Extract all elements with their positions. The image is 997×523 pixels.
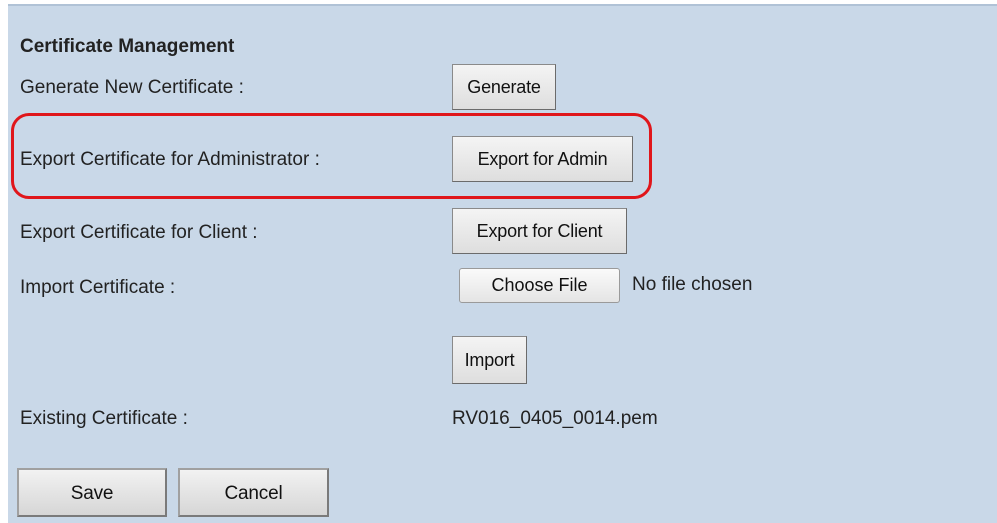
generate-button[interactable]: Generate bbox=[452, 64, 556, 110]
choose-file-button[interactable]: Choose File bbox=[459, 268, 620, 303]
export-admin-label: Export Certificate for Administrator : bbox=[20, 149, 320, 170]
export-for-admin-button[interactable]: Export for Admin bbox=[452, 136, 633, 182]
export-client-label: Export Certificate for Client : bbox=[20, 222, 258, 243]
save-button[interactable]: Save bbox=[17, 468, 167, 517]
generate-certificate-label: Generate New Certificate : bbox=[20, 77, 244, 98]
existing-certificate-value: RV016_0405_0014.pem bbox=[452, 408, 658, 429]
import-button[interactable]: Import bbox=[452, 336, 527, 384]
section-title: Certificate Management bbox=[20, 36, 235, 57]
cancel-button[interactable]: Cancel bbox=[178, 468, 329, 517]
export-for-client-button[interactable]: Export for Client bbox=[452, 208, 627, 254]
file-status-text: No file chosen bbox=[632, 274, 753, 295]
existing-certificate-label: Existing Certificate : bbox=[20, 408, 188, 429]
import-certificate-label: Import Certificate : bbox=[20, 277, 176, 298]
